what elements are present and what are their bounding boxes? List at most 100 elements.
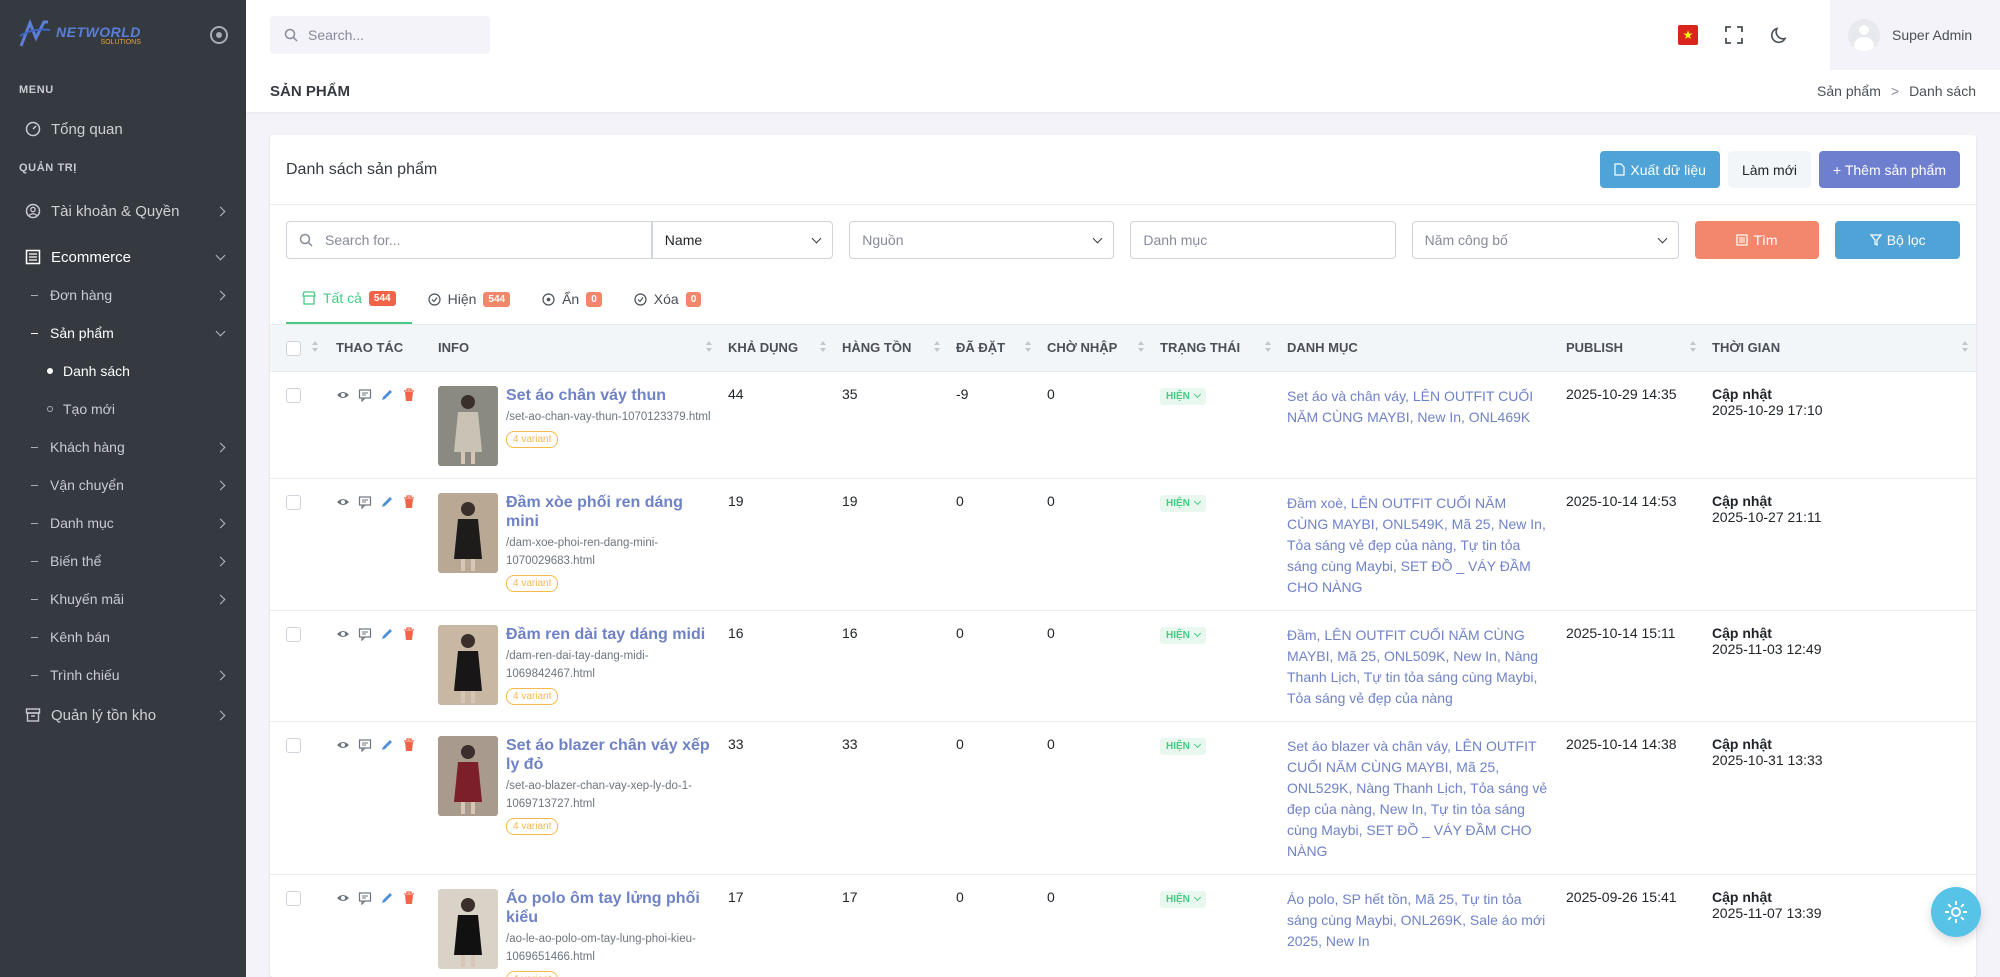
sidebar-item-product-list[interactable]: Danh sách: [0, 352, 246, 390]
column-header[interactable]: INFO: [430, 325, 720, 372]
sidebar-item-channels[interactable]: Kênh bán: [0, 618, 246, 656]
variant-badge[interactable]: 4 variant: [506, 817, 559, 835]
eye-icon[interactable]: [336, 738, 350, 752]
find-button[interactable]: Tìm: [1694, 221, 1820, 259]
select-all-checkbox[interactable]: [286, 341, 301, 357]
comment-icon[interactable]: [358, 495, 372, 509]
comment-icon[interactable]: [358, 388, 372, 402]
category-links[interactable]: Set áo và chân váy, LÊN OUTFIT CUỐI NĂM …: [1287, 386, 1550, 428]
filter-button[interactable]: Bộ lọc: [1835, 221, 1961, 259]
category-input[interactable]: Danh mục: [1130, 221, 1396, 259]
sidebar-item-products[interactable]: Sản phẩm: [0, 314, 246, 352]
status-dropdown[interactable]: HIỆN: [1160, 737, 1206, 755]
product-name-link[interactable]: Đầm xòe phối ren dáng mini: [506, 493, 712, 531]
product-thumbnail[interactable]: [438, 492, 498, 573]
settings-fab[interactable]: [1931, 887, 1981, 937]
row-checkbox[interactable]: [286, 387, 301, 403]
product-name-link[interactable]: Set áo blazer chân váy xếp ly đỏ: [506, 736, 712, 774]
product-thumbnail[interactable]: [438, 735, 498, 816]
column-header[interactable]: PUBLISH: [1558, 325, 1704, 372]
column-header[interactable]: TRẠNG THÁI: [1152, 325, 1279, 372]
product-name-link[interactable]: Set áo chân váy thun: [506, 386, 711, 405]
sidebar-item-slideshow[interactable]: Trình chiếu: [0, 656, 246, 694]
trash-icon[interactable]: [402, 387, 416, 402]
status-dropdown[interactable]: HIỆN: [1160, 890, 1206, 908]
sidebar-item-inventory[interactable]: Quản lý tồn kho: [0, 696, 246, 734]
variant-badge[interactable]: 4 variant: [506, 970, 559, 977]
sidebar-item-variants[interactable]: Biến thể: [0, 542, 246, 580]
product-search-input[interactable]: Search for...: [286, 221, 652, 259]
row-checkbox[interactable]: [286, 890, 301, 906]
sidebar-item-label: Tổng quan: [51, 120, 123, 138]
sidebar-item-ecommerce[interactable]: Ecommerce: [0, 238, 246, 276]
eye-icon[interactable]: [336, 388, 350, 402]
variant-badge[interactable]: 4 variant: [506, 430, 559, 448]
column-header[interactable]: THỜI GIAN: [1704, 325, 1976, 372]
category-links[interactable]: Set áo blazer và chân váy, LÊN OUTFIT CU…: [1287, 736, 1550, 862]
trash-icon[interactable]: [402, 626, 416, 641]
sidebar-item-customers[interactable]: Khách hàng: [0, 428, 246, 466]
moon-icon[interactable]: [1770, 25, 1790, 45]
row-checkbox[interactable]: [286, 494, 301, 510]
add-product-button[interactable]: + Thêm sản phẩm: [1819, 151, 1960, 188]
status-dropdown[interactable]: HIỆN: [1160, 626, 1206, 644]
sidebar-item-categories[interactable]: Danh mục: [0, 504, 246, 542]
tab-hidden[interactable]: Ẩn 0: [526, 274, 618, 324]
row-checkbox[interactable]: [286, 626, 301, 642]
variant-badge[interactable]: 4 variant: [506, 574, 559, 592]
column-header[interactable]: DANH MỤC: [1279, 325, 1558, 372]
sidebar-item-promotions[interactable]: Khuyến mãi: [0, 580, 246, 618]
product-thumbnail[interactable]: [438, 888, 498, 969]
sidebar-item-overview[interactable]: Tổng quan: [0, 110, 246, 148]
pencil-icon[interactable]: [380, 738, 394, 752]
row-checkbox[interactable]: [286, 737, 301, 753]
column-header[interactable]: ĐÃ ĐẶT: [948, 325, 1039, 372]
sidebar-toggle-icon[interactable]: [210, 26, 228, 44]
year-select[interactable]: Năm công bố: [1411, 221, 1679, 259]
user-menu[interactable]: Super Admin: [1830, 0, 2000, 70]
trash-icon[interactable]: [402, 737, 416, 752]
status-dropdown[interactable]: HIỆN: [1160, 387, 1206, 405]
sidebar-item-orders[interactable]: Đơn hàng: [0, 276, 246, 314]
column-header[interactable]: HÀNG TỒN: [834, 325, 948, 372]
product-thumbnail[interactable]: [438, 385, 498, 466]
tab-visible[interactable]: Hiện 544: [412, 274, 526, 324]
logo[interactable]: NETWORLD SOLUTIONS: [18, 18, 141, 52]
category-links[interactable]: Đầm, LÊN OUTFIT CUỐI NĂM CÙNG MAYBI, Mã …: [1287, 625, 1550, 709]
global-search-input[interactable]: Search...: [270, 16, 490, 54]
comment-icon[interactable]: [358, 627, 372, 641]
search-field-select[interactable]: Name: [651, 221, 834, 259]
variant-badge[interactable]: 4 variant: [506, 687, 559, 705]
column-header[interactable]: CHỜ NHẬP: [1039, 325, 1152, 372]
eye-icon[interactable]: [336, 627, 350, 641]
breadcrumb-item[interactable]: Sản phẩm: [1817, 83, 1881, 99]
sidebar-item-accounts[interactable]: Tài khoản & Quyền: [0, 192, 246, 230]
status-dropdown[interactable]: HIỆN: [1160, 494, 1206, 512]
source-select[interactable]: Nguồn: [849, 221, 1115, 259]
fullscreen-icon[interactable]: [1724, 25, 1744, 45]
pencil-icon[interactable]: [380, 627, 394, 641]
vietnam-flag-icon[interactable]: ★: [1678, 25, 1698, 45]
comment-icon[interactable]: [358, 891, 372, 905]
sidebar-item-shipping[interactable]: Vận chuyển: [0, 466, 246, 504]
tab-all[interactable]: Tất cả 544: [286, 274, 412, 324]
category-links[interactable]: Áo polo, SP hết tồn, Mã 25, Tự tin tỏa s…: [1287, 889, 1550, 952]
product-name-link[interactable]: Đầm ren dài tay dáng midi: [506, 625, 712, 644]
pencil-icon[interactable]: [380, 388, 394, 402]
eye-icon[interactable]: [336, 891, 350, 905]
product-thumbnail[interactable]: [438, 624, 498, 705]
trash-icon[interactable]: [402, 494, 416, 509]
refresh-button[interactable]: Làm mới: [1727, 151, 1812, 188]
comment-icon[interactable]: [358, 738, 372, 752]
column-header[interactable]: KHẢ DỤNG: [720, 325, 834, 372]
sort-icon[interactable]: [312, 341, 318, 355]
eye-icon[interactable]: [336, 495, 350, 509]
pencil-icon[interactable]: [380, 891, 394, 905]
pencil-icon[interactable]: [380, 495, 394, 509]
product-name-link[interactable]: Áo polo ôm tay lửng phối kiểu: [506, 889, 712, 927]
trash-icon[interactable]: [402, 890, 416, 905]
tab-deleted[interactable]: Xóa 0: [618, 274, 717, 324]
export-button[interactable]: Xuất dữ liệu: [1600, 151, 1720, 188]
sidebar-item-product-create[interactable]: Tạo mới: [0, 390, 246, 428]
category-links[interactable]: Đầm xoè, LÊN OUTFIT CUỐI NĂM CÙNG MAYBI,…: [1287, 493, 1550, 598]
